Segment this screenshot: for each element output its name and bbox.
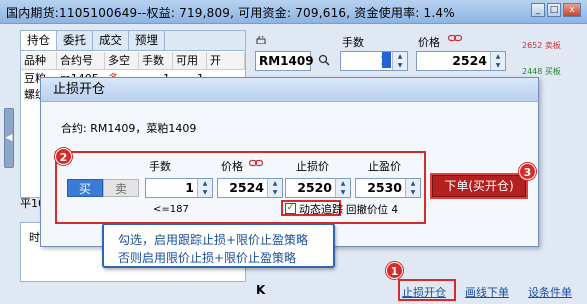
- bottom-toolbar: K 止损开仓 画线下单 设条件单: [248, 279, 587, 304]
- profit-price-label: 止盈价: [368, 160, 401, 173]
- chevron-down-icon[interactable]: ▼: [406, 188, 420, 197]
- pullback-label: 回撤价位 4: [346, 202, 398, 217]
- chevron-up-icon[interactable]: ▲: [268, 179, 282, 188]
- qty-spin-arrows[interactable]: ▲ ▼: [392, 52, 407, 70]
- sell-board-qty: 2652 卖板: [522, 41, 561, 50]
- stop-price-label: 止损价: [296, 160, 329, 173]
- col-header-contract[interactable]: 合约号: [57, 52, 105, 70]
- chevron-up-icon[interactable]: ▲: [336, 179, 350, 188]
- dialog-price-stepper[interactable]: 2524 ▲ ▼: [217, 178, 283, 198]
- spin-arrows[interactable]: ▲ ▼: [335, 179, 350, 197]
- title-bar: 国内期货:1105100649--权益: 719,809, 可用资金: 709,…: [0, 0, 587, 24]
- place-order-button[interactable]: 下单(买开仓): [430, 173, 528, 199]
- conditional-order-link[interactable]: 设条件单: [528, 284, 572, 300]
- lock-icon[interactable]: [256, 36, 266, 44]
- k-chart-label[interactable]: K: [256, 283, 265, 297]
- close-button[interactable]: x: [563, 3, 581, 17]
- strategy-tooltip: 勾选，启用跟踪止损+限价止盈策略 否则启用限价止损+限价止盈策略: [102, 223, 335, 268]
- tab-positions[interactable]: 持仓: [21, 31, 57, 50]
- chevron-down-icon[interactable]: ▼: [393, 61, 407, 70]
- pullback-text: 回撤价位: [346, 204, 388, 216]
- max-qty-hint: <=187: [153, 204, 189, 215]
- draw-line-order-link[interactable]: 画线下单: [465, 284, 509, 300]
- positions-column-headers: 品种 合约号 多空 手数 可用 开: [21, 52, 245, 70]
- tab-orders[interactable]: 委托: [57, 31, 93, 50]
- price-label: 价格: [418, 36, 440, 49]
- dialog-qty-stepper[interactable]: 1 ▲ ▼: [145, 178, 213, 198]
- stop-price-value[interactable]: 2520: [297, 179, 332, 197]
- spin-arrows[interactable]: ▲ ▼: [267, 179, 282, 197]
- col-header-name[interactable]: 品种: [21, 52, 57, 70]
- chevron-up-icon[interactable]: ▲: [198, 179, 212, 188]
- chevron-down-icon[interactable]: ▼: [336, 188, 350, 197]
- chevron-up-icon[interactable]: ▲: [406, 179, 420, 188]
- chevron-up-icon[interactable]: ▲: [393, 52, 407, 61]
- sell-button[interactable]: 卖: [103, 179, 139, 197]
- chevron-down-icon[interactable]: ▼: [198, 188, 212, 197]
- profit-price-value[interactable]: 2530: [367, 179, 402, 197]
- positions-tabs: 持仓 委托 成交 预埋: [21, 31, 245, 51]
- maximize-button[interactable]: □: [547, 3, 561, 17]
- col-header-qty[interactable]: 手数: [139, 52, 173, 70]
- tooltip-line-2: 否则启用限价止损+限价止盈策略: [118, 251, 297, 265]
- contract-label: 合约:: [61, 122, 87, 135]
- price-spin-arrows[interactable]: ▲ ▼: [490, 52, 505, 70]
- dialog-contract-line: 合约: RM1409，菜粕1409: [61, 120, 196, 136]
- tab-preset[interactable]: 预埋: [129, 31, 165, 50]
- step-badge-1: 1: [386, 262, 403, 279]
- dialog-title: 止损开仓: [41, 78, 538, 102]
- price-stepper[interactable]: 2524 ▲ ▼: [416, 51, 506, 71]
- tooltip-line-1: 勾选，启用跟踪止损+限价止盈策略: [118, 233, 309, 247]
- trailing-checkbox[interactable]: ✓: [285, 203, 296, 214]
- panel-collapse-handle[interactable]: ◀: [4, 108, 14, 168]
- stop-loss-open-link[interactable]: 止损开仓: [402, 284, 446, 300]
- contract-field[interactable]: RM1409: [255, 51, 314, 71]
- buy-board-qty: 2448 买板: [522, 67, 561, 76]
- dialog-price-label: 价格: [221, 160, 243, 173]
- chevron-down-icon[interactable]: ▼: [491, 61, 505, 70]
- dialog-qty-value[interactable]: 1: [185, 179, 194, 197]
- step-badge-2: 2: [55, 148, 72, 165]
- price-value[interactable]: 2524: [452, 52, 487, 70]
- contract-value: RM1409，菜粕1409: [90, 122, 197, 135]
- price-link-icon[interactable]: [249, 159, 263, 167]
- stop-price-stepper[interactable]: 2520 ▲ ▼: [285, 178, 351, 198]
- spin-arrows[interactable]: ▲ ▼: [405, 179, 420, 197]
- chevron-up-icon[interactable]: ▲: [491, 52, 505, 61]
- price-link-icon[interactable]: [448, 34, 462, 42]
- spin-arrows[interactable]: ▲ ▼: [197, 179, 212, 197]
- tab-trades[interactable]: 成交: [93, 31, 129, 50]
- trailing-label[interactable]: 动态追踪: [299, 201, 343, 217]
- col-header-open[interactable]: 开: [207, 52, 245, 70]
- profit-price-stepper[interactable]: 2530 ▲ ▼: [355, 178, 421, 198]
- qty-label: 手数: [342, 36, 364, 49]
- step-badge-3: 3: [519, 163, 536, 180]
- pullback-value: 4: [391, 204, 399, 216]
- text-cursor-highlight: [382, 52, 391, 68]
- col-header-side[interactable]: 多空: [105, 52, 139, 70]
- col-header-avail[interactable]: 可用: [173, 52, 207, 70]
- window-title: 国内期货:1105100649--权益: 719,809, 可用资金: 709,…: [6, 6, 455, 20]
- buy-button[interactable]: 买: [67, 179, 103, 197]
- dialog-qty-label: 手数: [149, 160, 171, 173]
- chevron-down-icon[interactable]: ▼: [268, 188, 282, 197]
- stop-loss-open-dialog: 止损开仓 合约: RM1409，菜粕1409 买 卖 手数 价格 止损价 止盈价…: [40, 77, 539, 247]
- window-controls: _ □ x: [531, 3, 581, 17]
- dialog-price-value[interactable]: 2524: [229, 179, 264, 197]
- qty-stepper[interactable]: 1 ▲▼: [340, 51, 408, 71]
- minimize-button[interactable]: _: [531, 3, 545, 17]
- search-icon[interactable]: [318, 54, 330, 66]
